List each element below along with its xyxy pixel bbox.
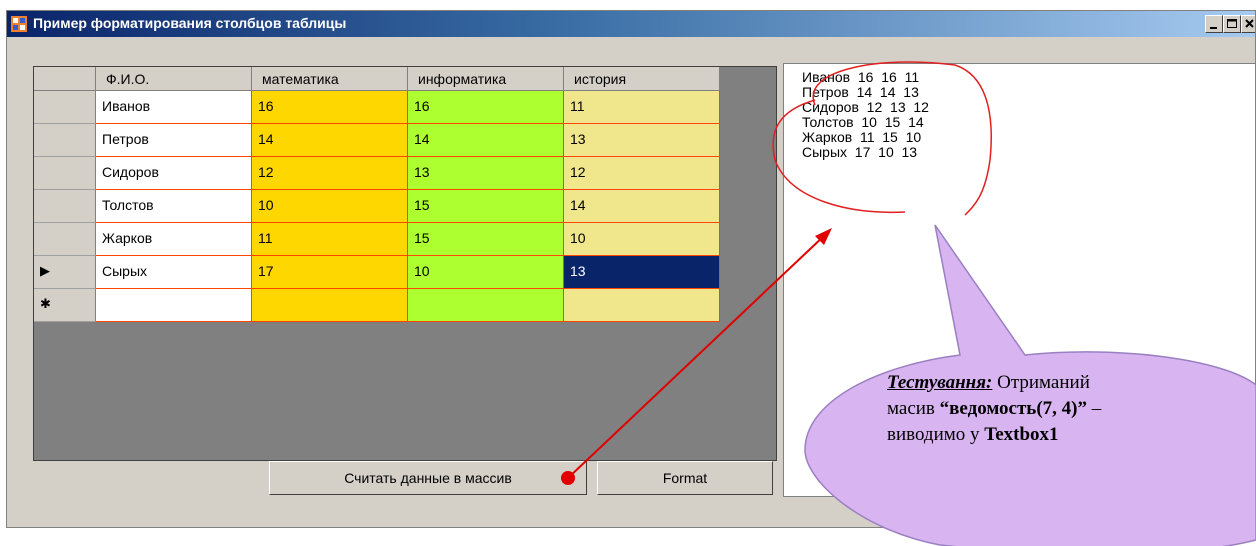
corner-header[interactable]	[34, 67, 96, 91]
callout-text-2c: –	[1087, 398, 1102, 419]
callout-textbox-name: Textbox1	[984, 424, 1059, 445]
title-bar[interactable]: Пример форматирования столбцов таблицы	[7, 11, 1255, 37]
window-title: Пример форматирования столбцов таблицы	[33, 15, 347, 31]
cell-fio[interactable]	[96, 289, 252, 322]
data-grid[interactable]: Ф.И.О. математика информатика история Ив…	[33, 66, 777, 461]
row-header[interactable]	[34, 124, 96, 157]
callout-text: Тестування: Отриманий масив “ведомость(7…	[887, 370, 1187, 448]
textbox-line: Иванов 16 16 11	[802, 69, 920, 85]
row-header[interactable]: ▶	[34, 256, 96, 289]
cell-history[interactable]: 13	[564, 124, 720, 157]
column-header-math[interactable]: математика	[252, 67, 408, 91]
cell-informatics[interactable]	[408, 289, 564, 322]
cell-fio[interactable]: Петров	[96, 124, 252, 157]
maximize-icon	[1227, 19, 1237, 28]
cell-fio[interactable]: Жарков	[96, 223, 252, 256]
cell-history[interactable]: 11	[564, 91, 720, 124]
cell-informatics[interactable]: 14	[408, 124, 564, 157]
cell-informatics[interactable]: 10	[408, 256, 564, 289]
app-window: Пример форматирования столбцов таблицы Ф…	[6, 10, 1256, 528]
row-header[interactable]	[34, 190, 96, 223]
cell-math[interactable]: 10	[252, 190, 408, 223]
close-icon	[1245, 19, 1254, 28]
format-button[interactable]: Format	[597, 461, 773, 495]
callout-array-name: “ведомость(7, 4)”	[939, 398, 1088, 419]
cell-informatics[interactable]: 13	[408, 157, 564, 190]
maximize-button[interactable]	[1223, 15, 1241, 33]
textbox-line: Жарков 11 15 10	[802, 129, 922, 145]
row-header[interactable]	[34, 157, 96, 190]
row-header[interactable]: ✱	[34, 289, 96, 322]
cell-math[interactable]	[252, 289, 408, 322]
cell-math[interactable]: 11	[252, 223, 408, 256]
cell-history[interactable]: 10	[564, 223, 720, 256]
textbox-line: Петров 14 14 13	[802, 84, 919, 100]
cell-history[interactable]: 13	[564, 256, 720, 289]
row-header[interactable]	[34, 223, 96, 256]
textbox-line: Толстов 10 15 14	[802, 114, 924, 130]
cell-informatics[interactable]: 16	[408, 91, 564, 124]
cell-math[interactable]: 14	[252, 124, 408, 157]
cell-history[interactable]: 12	[564, 157, 720, 190]
minimize-icon	[1210, 27, 1217, 29]
close-button[interactable]	[1241, 15, 1255, 33]
cell-math[interactable]: 12	[252, 157, 408, 190]
callout-label: Тестування:	[887, 372, 993, 393]
callout-text-1: Отриманий	[992, 372, 1090, 393]
column-header-informatics[interactable]: информатика	[408, 67, 564, 91]
cell-history[interactable]	[564, 289, 720, 322]
minimize-button[interactable]	[1205, 15, 1223, 33]
textbox-line: Сырых 17 10 13	[802, 144, 918, 160]
callout-text-2a: масив	[887, 398, 940, 419]
cell-math[interactable]: 17	[252, 256, 408, 289]
column-header-history[interactable]: история	[564, 67, 720, 91]
column-header-fio[interactable]: Ф.И.О.	[96, 67, 252, 91]
cell-fio[interactable]: Толстов	[96, 190, 252, 223]
app-icon	[11, 16, 27, 32]
cell-fio[interactable]: Сидоров	[96, 157, 252, 190]
row-header[interactable]	[34, 91, 96, 124]
cell-informatics[interactable]: 15	[408, 223, 564, 256]
cell-fio[interactable]: Иванов	[96, 91, 252, 124]
cell-informatics[interactable]: 15	[408, 190, 564, 223]
textbox-line: Сидоров 12 13 12	[802, 99, 929, 115]
cell-fio[interactable]: Сырых	[96, 256, 252, 289]
callout-text-3a: виводимо у	[887, 424, 985, 445]
cell-history[interactable]: 14	[564, 190, 720, 223]
cell-math[interactable]: 16	[252, 91, 408, 124]
read-data-button[interactable]: Считать данные в массив	[269, 461, 587, 495]
